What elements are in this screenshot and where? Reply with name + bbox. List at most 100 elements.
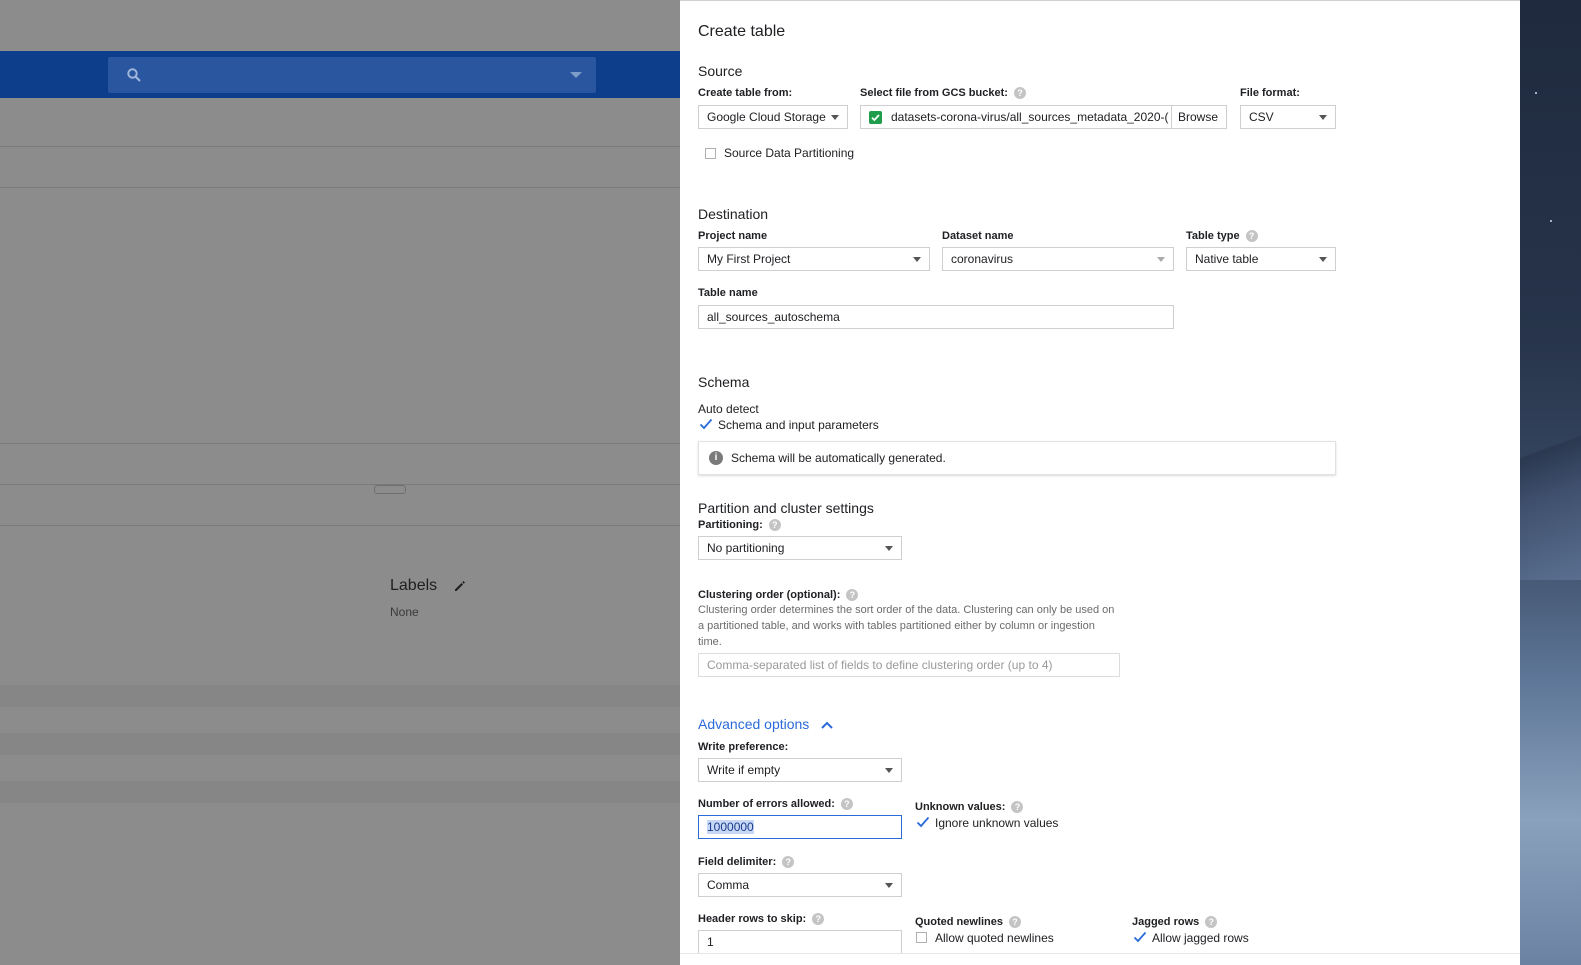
help-icon[interactable]: ? [768,519,781,532]
schema-info-text: Schema will be automatically generated. [731,451,946,465]
gcs-path-field[interactable]: datasets-corona-virus/all_sources_metada… [860,105,1172,129]
help-icon[interactable]: ? [840,798,853,811]
chevron-down-icon [885,768,893,773]
table-row [0,781,680,803]
create-from-select[interactable]: Google Cloud Storage [698,105,848,129]
info-icon: i [709,451,723,465]
labels-value: None [390,605,419,619]
divider [0,443,680,444]
chevron-down-icon [1319,257,1327,262]
divider [0,146,680,147]
field-delimiter-label-text: Field delimiter: [698,856,777,868]
search-icon [127,68,141,82]
field-delimiter-label: Field delimiter:? [698,856,795,869]
table-name-input[interactable]: all_sources_autoschema [698,305,1174,329]
search-bar[interactable] [108,57,596,93]
chevron-down-icon [885,883,893,888]
project-name-select[interactable]: My First Project [698,247,930,271]
help-icon[interactable]: ? [846,589,859,602]
ignore-unknown-label: Ignore unknown values [935,816,1059,830]
chevron-down-icon[interactable] [570,72,582,78]
source-heading: Source [698,63,743,79]
table-type-select[interactable]: Native table [1186,247,1336,271]
schema-heading: Schema [698,374,750,390]
panel-title: Create table [698,23,786,40]
quoted-newlines-checkbox-label: Allow quoted newlines [935,931,1054,945]
table-type-label-text: Table type [1186,230,1240,242]
help-icon[interactable]: ? [1205,916,1218,929]
help-icon[interactable]: ? [812,913,825,926]
table-type-value: Native table [1195,252,1259,266]
chevron-down-icon [1319,115,1327,120]
write-preference-label: Write preference: [698,741,789,753]
table-row [0,733,680,755]
divider [0,187,680,188]
create-from-value: Google Cloud Storage [707,110,826,124]
help-icon[interactable]: ? [782,856,795,869]
project-name-value: My First Project [707,252,791,266]
write-preference-select[interactable]: Write if empty [698,758,902,782]
help-icon[interactable]: ? [1013,87,1026,100]
clustering-label-text: Clustering order (optional): [698,589,841,601]
create-from-label: Create table from: [698,87,793,99]
jagged-rows-label: Jagged rows? [1132,916,1218,929]
quoted-newlines-label: Quoted newlines? [915,916,1022,929]
dataset-name-label: Dataset name [942,230,1014,242]
file-format-value: CSV [1249,110,1274,124]
header-rows-label: Header rows to skip:? [698,913,825,926]
file-format-select[interactable]: CSV [1240,105,1336,129]
schema-info-box: i Schema will be automatically generated… [698,441,1336,475]
divider [0,525,680,526]
partitioning-select[interactable]: No partitioning [698,536,902,560]
table-name-value: all_sources_autoschema [707,310,840,324]
partitioning-label-text: Partitioning: [698,519,763,531]
file-format-label: File format: [1240,87,1300,99]
help-icon[interactable]: ? [1245,230,1258,243]
header-rows-input[interactable]: 1 [698,930,902,954]
chevron-down-icon [885,546,893,551]
gcs-label-text: Select file from GCS bucket: [860,87,1008,99]
partitioning-label: Partitioning:? [698,519,781,532]
chevron-up-icon [821,721,833,730]
clustering-input[interactable]: Comma-separated list of fields to define… [698,653,1120,677]
clustering-label: Clustering order (optional):? [698,589,859,602]
clustering-placeholder: Comma-separated list of fields to define… [707,658,1053,672]
background-app: Labels None [0,0,680,965]
table-name-label: Table name [698,287,758,299]
help-icon[interactable]: ? [1011,801,1024,814]
unknown-values-label-text: Unknown values: [915,801,1006,813]
partitioning-value: No partitioning [707,541,785,555]
jagged-rows-checkbox[interactable] [1133,931,1147,943]
source-partitioning-checkbox[interactable] [705,148,716,159]
errors-allowed-value: 1000000 [707,820,754,834]
chevron-down-icon [831,115,839,120]
auto-detect-checkbox[interactable] [699,418,713,430]
advanced-options-toggle[interactable]: Advanced options [698,716,833,732]
pencil-icon[interactable] [453,579,467,593]
advanced-options-label: Advanced options [698,716,810,732]
field-delimiter-select[interactable]: Comma [698,873,902,897]
chevron-down-icon [1157,257,1165,262]
help-icon[interactable]: ? [1009,916,1022,929]
errors-allowed-label: Number of errors allowed:? [698,798,853,811]
header-rows-label-text: Header rows to skip: [698,913,807,925]
wallpaper-star [1550,220,1552,222]
dataset-name-select[interactable]: coronavirus [942,247,1174,271]
chevron-down-icon [913,257,921,262]
browse-button[interactable]: Browse [1171,105,1227,129]
desktop-wallpaper [1520,0,1581,965]
labels-heading: Labels [390,577,438,594]
ignore-unknown-checkbox[interactable] [916,816,930,828]
quoted-newlines-checkbox[interactable] [916,932,927,943]
errors-allowed-input[interactable]: 1000000 [698,815,902,839]
create-table-panel: Create table Source Create table from: G… [680,0,1520,965]
browse-button-label: Browse [1178,110,1219,124]
write-preference-value: Write if empty [707,763,781,777]
wallpaper-mountain [1520,360,1581,580]
partition-heading: Partition and cluster settings [698,500,874,516]
divider [0,484,680,485]
gcs-path-value: datasets-corona-virus/all_sources_metada… [891,110,1169,124]
resize-handle[interactable] [374,485,406,494]
unknown-values-label: Unknown values:? [915,801,1024,814]
auto-detect-checkbox-label: Schema and input parameters [718,418,879,432]
